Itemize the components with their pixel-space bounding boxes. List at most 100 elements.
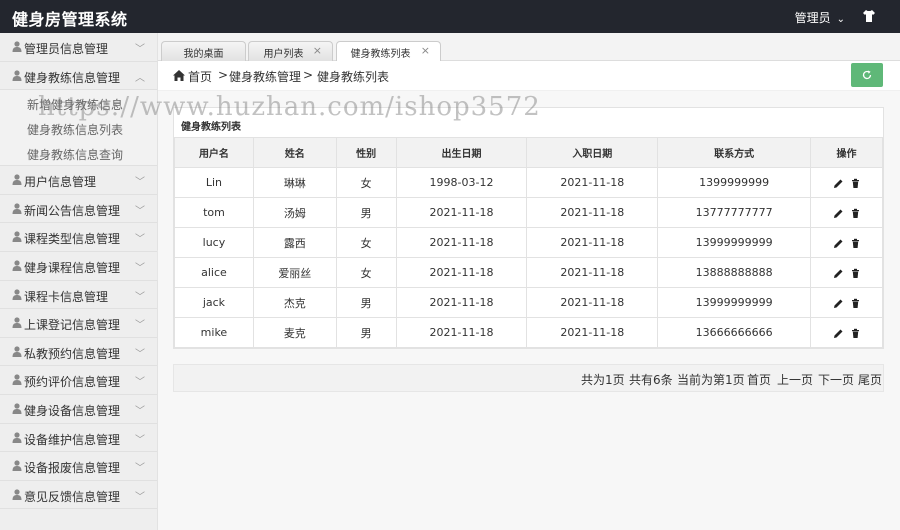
user-icon [12, 374, 22, 386]
table-row: Lin 琳琳女 1998-03-12 2021-11-18 1399999999 [174, 167, 883, 198]
tab-label: 用户列表 [263, 49, 304, 60]
close-icon[interactable]: × [313, 44, 322, 57]
breadcrumb-home[interactable]: 首页 [188, 68, 212, 85]
cell-username: tom [174, 197, 254, 228]
cell-birth-date: 2021-11-18 [395, 197, 528, 228]
refresh-button[interactable] [851, 63, 883, 87]
sidebar-submenu: 新增健身教练信息 健身教练信息列表 健身教练信息查询 [0, 90, 157, 167]
sidebar-group-1[interactable]: 健身教练信息管理 ︿ [0, 62, 157, 91]
sidebar-group-label: 健身设备信息管理 [24, 403, 121, 418]
pager-last[interactable]: 尾页 [858, 371, 882, 388]
edit-icon[interactable] [833, 208, 844, 219]
pager-first[interactable]: 首页 [747, 371, 771, 388]
sidebar-group-label: 健身教练信息管理 [24, 70, 121, 85]
col-header-birth-date: 出生日期 [395, 137, 528, 168]
breadcrumb-level2: 健身教练列表 [317, 70, 390, 84]
edit-icon[interactable] [833, 328, 844, 339]
user-menu[interactable]: 管理员 ⌄ [795, 9, 845, 26]
cell-contact: 13666666666 [657, 317, 812, 348]
sidebar-group-7[interactable]: 上课登记信息管理 ﹀ [0, 309, 157, 338]
sidebar-group-5[interactable]: 健身课程信息管理 ﹀ [0, 252, 157, 281]
cell-contact: 13999999999 [657, 227, 812, 258]
main-content: 健身教练列表 用户名 姓名 性别 出生日期 入职日期 联系方式 操作 Lin 琳琳… [158, 91, 900, 530]
sidebar-group-0[interactable]: 管理员信息管理 ﹀ [0, 33, 157, 62]
table-row: tom 汤姆男 2021-11-18 2021-11-18 13777777777 [174, 197, 883, 228]
user-icon [12, 431, 22, 443]
edit-icon[interactable] [833, 178, 844, 189]
user-icon [12, 346, 22, 357]
sidebar-group-6[interactable]: 课程卡信息管理 ﹀ [0, 281, 157, 310]
cell-actions [810, 167, 883, 198]
cell-name: 杰克 [252, 287, 337, 318]
delete-icon[interactable] [850, 268, 861, 279]
tab-label: 健身教练列表 [350, 49, 411, 60]
top-header: 健身房管理系统 管理员 ⌄ [0, 0, 900, 33]
sidebar-group-4[interactable]: 课程类型信息管理 ﹀ [0, 223, 157, 252]
delete-icon[interactable] [850, 208, 861, 219]
table-row: lucy 露西女 2021-11-18 2021-11-18 13999999999 [174, 227, 883, 258]
user-name: 管理员 [794, 11, 831, 25]
table-row: jack 杰克男 2021-11-18 2021-11-18 13999999999 [174, 287, 883, 318]
cell-username: lucy [174, 227, 254, 258]
sidebar-group-8[interactable]: 私教预约信息管理 ﹀ [0, 338, 157, 367]
delete-icon[interactable] [850, 178, 861, 189]
sidebar-group-9[interactable]: 预约评价信息管理 ﹀ [0, 366, 157, 395]
edit-icon[interactable] [833, 298, 844, 309]
sidebar-group-label: 课程卡信息管理 [24, 289, 109, 304]
tab-my-desktop[interactable]: 我的桌面 [161, 41, 246, 61]
cell-actions [810, 257, 883, 288]
sidebar-group-label: 设备维护信息管理 [24, 432, 121, 447]
sidebar-subitem-2[interactable]: 健身教练信息查询 [0, 140, 157, 165]
pager-current-page: 当前为第1页 [677, 373, 745, 387]
panel-title: 健身教练列表 [181, 122, 241, 133]
cell-username: alice [174, 257, 254, 288]
user-icon [12, 231, 22, 243]
sidebar-group-label: 管理员信息管理 [24, 42, 109, 56]
pager-next[interactable]: 下一页 [818, 371, 854, 388]
cell-name: 汤姆 [252, 197, 337, 228]
chevron-icon: ﹀ [135, 234, 145, 246]
delete-icon[interactable] [850, 238, 861, 249]
tab-user-list[interactable]: 用户列表 × [248, 41, 333, 61]
sidebar-group-label: 课程类型信息管理 [24, 232, 121, 247]
cell-birth-date: 2021-11-18 [395, 317, 528, 348]
user-icon [12, 41, 22, 52]
edit-icon[interactable] [833, 238, 844, 249]
delete-icon[interactable] [850, 328, 861, 339]
sidebar-group-11[interactable]: 设备维护信息管理 ﹀ [0, 424, 157, 453]
cell-username: jack [174, 287, 254, 318]
close-icon[interactable]: × [421, 44, 430, 57]
table-row: alice 爱丽丝女 2021-11-18 2021-11-18 13888888888 [174, 257, 883, 288]
sidebar-group-10[interactable]: 健身设备信息管理 ﹀ [0, 395, 157, 424]
shirt-icon[interactable] [862, 9, 876, 23]
sidebar-subitem-0[interactable]: 新增健身教练信息 [0, 90, 157, 115]
chevron-icon: ﹀ [135, 320, 145, 332]
chevron-icon: ﹀ [135, 405, 145, 417]
cell-birth-date: 2021-11-18 [395, 287, 528, 318]
cell-gender: 女 [335, 257, 397, 288]
tab-coach-list[interactable]: 健身教练列表 × [336, 41, 441, 62]
sidebar-group-label: 健身课程信息管理 [24, 260, 121, 275]
sidebar-subitem-1[interactable]: 健身教练信息列表 [0, 115, 157, 140]
col-header-username: 用户名 [174, 137, 254, 168]
cell-contact: 13999999999 [657, 287, 812, 318]
sidebar-group-13[interactable]: 意见反馈信息管理 ﹀ [0, 481, 157, 510]
sidebar-group-2[interactable]: 用户信息管理 ﹀ [0, 166, 157, 195]
cell-hire-date: 2021-11-18 [526, 227, 659, 258]
cell-hire-date: 2021-11-18 [526, 317, 659, 348]
chevron-icon: ﹀ [135, 205, 145, 217]
cell-gender: 女 [335, 227, 397, 258]
delete-icon[interactable] [850, 298, 861, 309]
cell-birth-date: 2021-11-18 [395, 227, 528, 258]
sidebar-group-3[interactable]: 新闻公告信息管理 ﹀ [0, 195, 157, 224]
sidebar-group-12[interactable]: 设备报废信息管理 ﹀ [0, 452, 157, 481]
pager-prev[interactable]: 上一页 [777, 371, 813, 388]
sidebar-group-label: 用户信息管理 [24, 175, 97, 190]
coach-list-panel: 健身教练列表 用户名 姓名 性别 出生日期 入职日期 联系方式 操作 Lin 琳琳… [173, 107, 884, 349]
user-icon [12, 403, 22, 414]
edit-icon[interactable] [833, 268, 844, 279]
breadcrumb-level1[interactable]: 健身教练管理 [229, 68, 301, 85]
chevron-icon: ﹀ [135, 348, 145, 360]
user-icon [12, 460, 22, 472]
sidebar-group-label: 预约评价信息管理 [24, 375, 121, 390]
